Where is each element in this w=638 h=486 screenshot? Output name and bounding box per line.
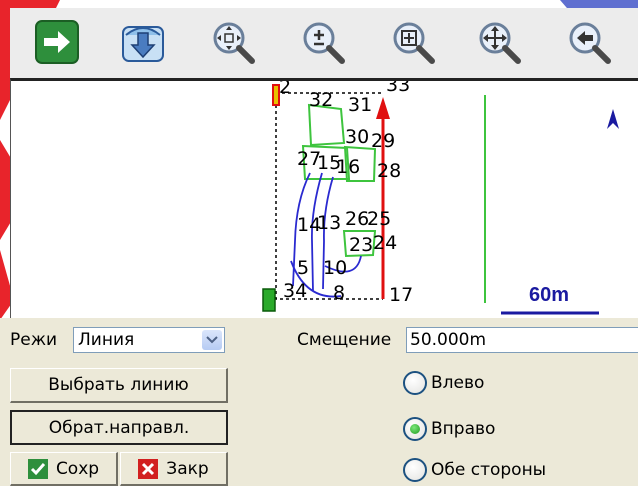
north-arrow-icon [607, 109, 619, 129]
apply-button[interactable] [24, 10, 90, 74]
point-label: 5 [297, 257, 309, 279]
select-line-label: Выбрать линию [48, 375, 189, 395]
radio-circle[interactable] [403, 417, 427, 441]
chevron-down-icon[interactable] [202, 330, 222, 350]
point-label: 28 [377, 160, 401, 182]
mode-select[interactable]: Линия [73, 327, 225, 353]
point-label: 17 [389, 284, 413, 306]
close-label: Закр [166, 458, 209, 479]
point-label: 10 [323, 257, 347, 279]
zoom-in-button[interactable] [290, 10, 356, 74]
offset-input[interactable]: 50.000m [406, 327, 638, 353]
back-icon [569, 22, 611, 64]
zoom-center-icon [213, 22, 255, 64]
point-label: 34 [283, 280, 307, 302]
point-label: 24 [373, 232, 397, 254]
zoom-window-button[interactable] [380, 10, 446, 74]
close-icon [138, 458, 159, 479]
scale-label: 60m [529, 284, 569, 306]
point-label: 29 [371, 130, 395, 152]
apply-arrow-icon [35, 20, 79, 64]
point-label: 32 [309, 89, 333, 111]
radio-both[interactable]: Обе стороны [403, 458, 546, 482]
download-layer-icon [122, 26, 164, 62]
settings-panel: Режи Линия Смещение 50.000m Выбрать лини… [0, 318, 638, 486]
toolbar [10, 8, 638, 78]
layers-button[interactable] [110, 10, 176, 74]
select-line-button[interactable]: Выбрать линию [10, 368, 228, 403]
radio-left-label: Влево [431, 373, 485, 393]
point-label: 30 [345, 126, 369, 148]
offset-label: Смещение [297, 330, 392, 350]
save-button[interactable]: Сохр [10, 452, 118, 486]
radio-right-label: Вправо [431, 419, 496, 439]
point-label: 31 [348, 94, 372, 116]
save-label: Сохр [55, 458, 100, 479]
point-label: 26 [345, 208, 369, 230]
checkmark-icon [27, 458, 48, 479]
radio-circle[interactable] [403, 371, 427, 395]
offset-input-value: 50.000m [410, 330, 487, 350]
radio-selected-dot [410, 424, 420, 434]
reverse-direction-button[interactable]: Обрат.направл. [10, 410, 228, 445]
point-label: 8 [333, 282, 345, 304]
direction-arrow [376, 97, 390, 299]
zoom-in-icon [303, 22, 345, 64]
pan-button[interactable] [466, 10, 532, 74]
point-label: 2 [279, 81, 291, 98]
radio-both-label: Обе стороны [431, 460, 547, 480]
radio-right[interactable]: Вправо [403, 417, 495, 441]
mode-label: Режи [10, 330, 58, 350]
point-label: 13 [317, 212, 341, 234]
point-label: 16 [336, 156, 360, 178]
radio-circle[interactable] [403, 458, 427, 482]
pan-icon [479, 22, 521, 64]
back-button[interactable] [556, 10, 622, 74]
close-button[interactable]: Закр [120, 452, 228, 486]
point-label: 25 [367, 208, 391, 230]
zoom-window-icon [393, 22, 435, 64]
radio-left[interactable]: Влево [403, 371, 484, 395]
zoom-center-button[interactable] [200, 10, 266, 74]
point-label: 23 [349, 234, 373, 256]
instrument-icon [262, 288, 276, 312]
reverse-direction-label: Обрат.направл. [48, 417, 190, 438]
mode-select-value: Линия [78, 330, 135, 350]
map-canvas[interactable]: 2 32 31 33 30 29 27 15 16 28 14 13 26 25… [10, 78, 638, 321]
point-label: 33 [386, 81, 410, 96]
